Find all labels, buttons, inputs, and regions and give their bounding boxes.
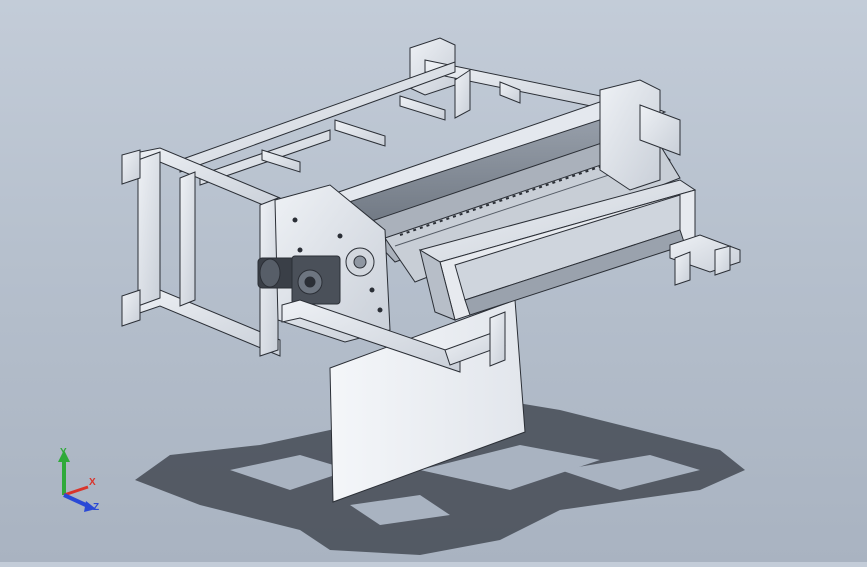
- x-axis-label: X: [89, 477, 96, 488]
- coordinate-triad-icon: Y X Z: [46, 440, 116, 520]
- assembly-model-render[interactable]: [0, 0, 867, 562]
- right-bracket[interactable]: [669, 234, 741, 286]
- left-end-frame[interactable]: [121, 147, 281, 357]
- z-axis-label: Z: [93, 502, 99, 513]
- cad-3d-viewport[interactable]: [0, 0, 867, 562]
- x-axis-arrow: [63, 485, 89, 497]
- z-axis-arrow: [63, 493, 89, 508]
- y-axis-label: Y: [60, 447, 67, 458]
